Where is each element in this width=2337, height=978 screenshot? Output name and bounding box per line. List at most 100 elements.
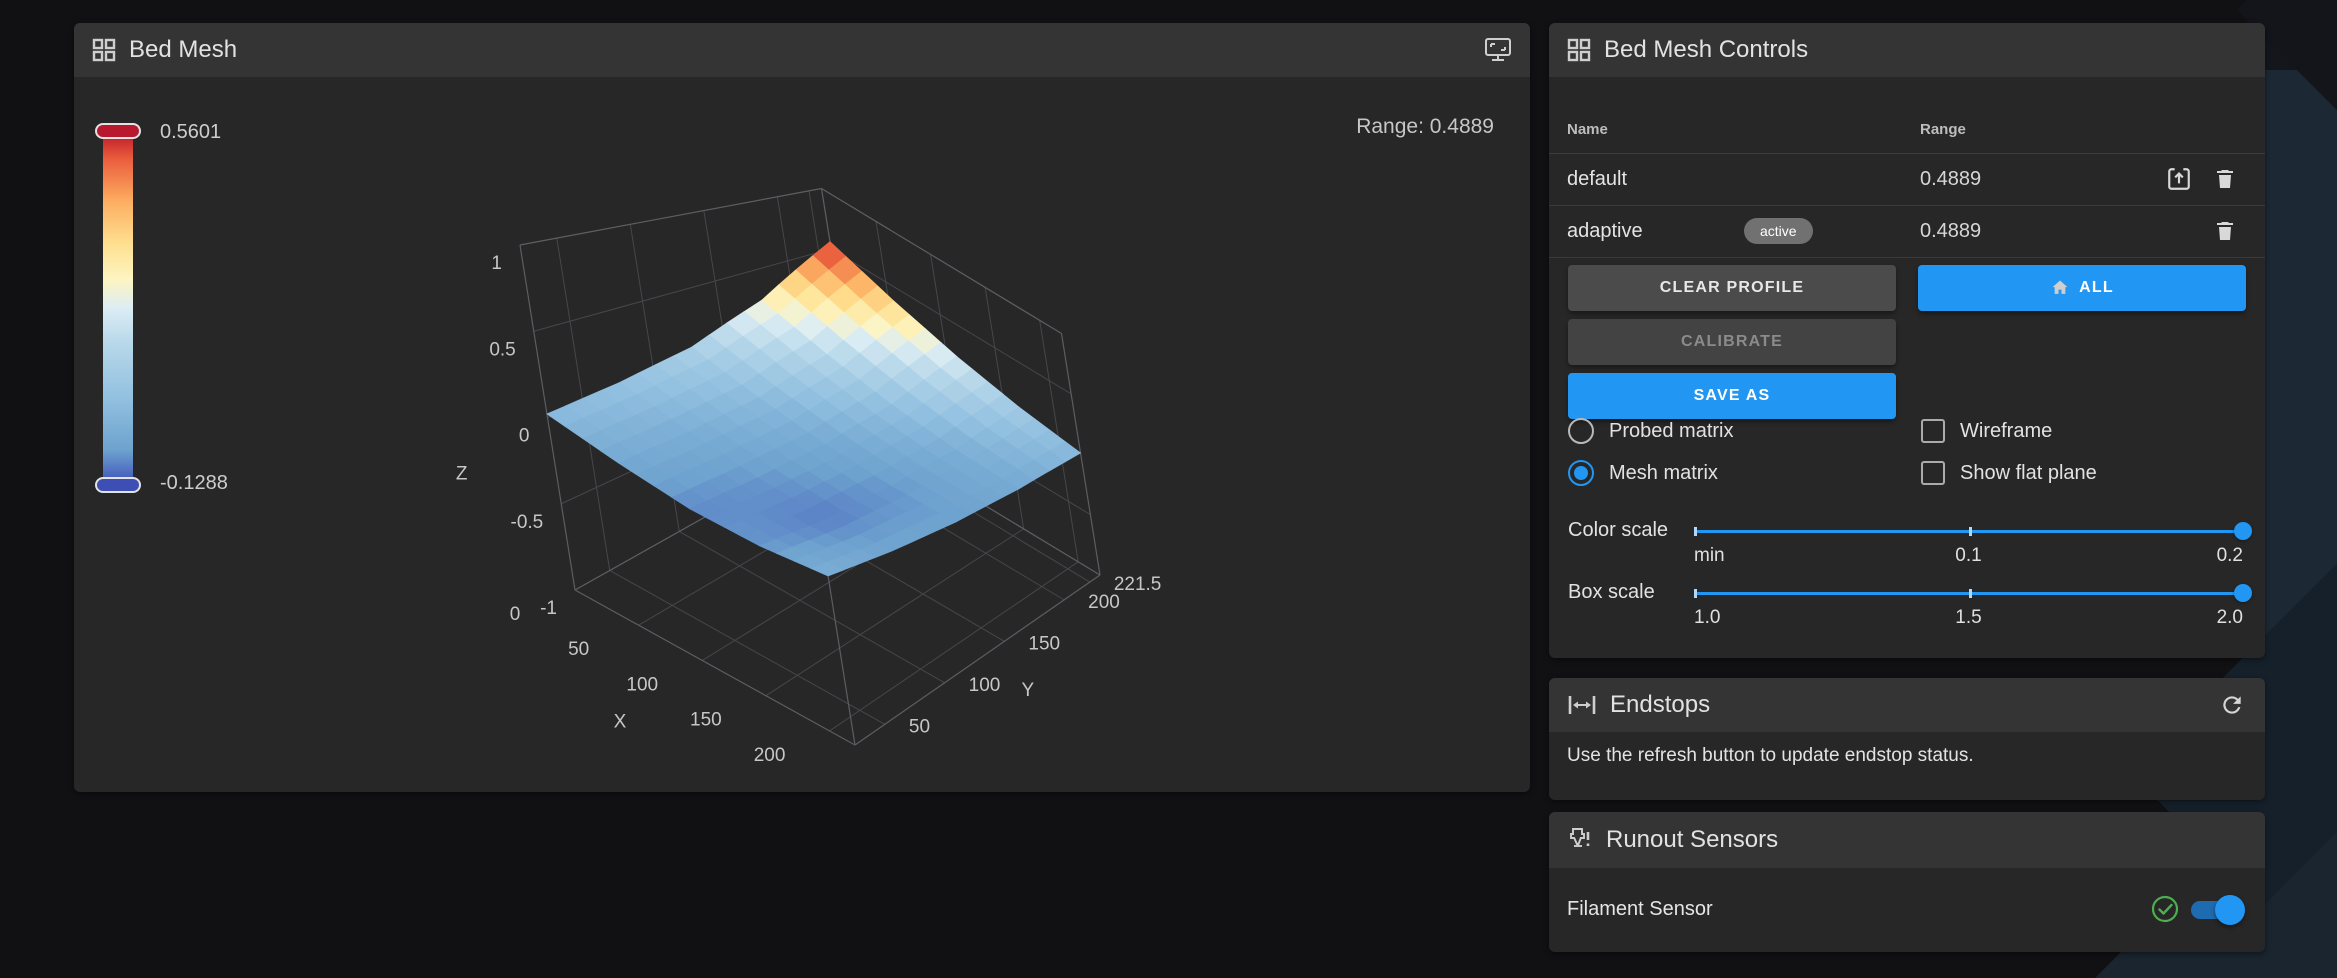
delete-profile-icon[interactable] xyxy=(2211,165,2239,193)
range-label: Range: 0.4889 xyxy=(1356,115,1494,139)
slider-tick xyxy=(1694,589,1697,598)
svg-text:50: 50 xyxy=(568,639,589,660)
profile-range: 0.4889 xyxy=(1920,153,1981,205)
checkbox-label: Wireframe xyxy=(1960,420,2052,443)
endstops-panel: Endstops Use the refresh button to updat… xyxy=(1549,678,2265,800)
panel-title: Bed Mesh xyxy=(129,36,237,64)
filament-sensor-label: Filament Sensor xyxy=(1567,898,1713,921)
calibrate-button[interactable]: CALIBRATE xyxy=(1568,319,1896,365)
color-scale-ticks: min 0.1 0.2 xyxy=(1694,545,2243,569)
checkbox-wireframe[interactable]: Wireframe xyxy=(1921,416,2052,446)
home-all-label: ALL xyxy=(2079,279,2114,297)
save-as-button[interactable]: SAVE AS xyxy=(1568,373,1896,419)
panel-title: Bed Mesh Controls xyxy=(1604,36,1808,64)
calibrate-label: CALIBRATE xyxy=(1681,333,1783,351)
svg-text:50: 50 xyxy=(909,716,930,737)
svg-text:-0.5: -0.5 xyxy=(511,512,544,533)
table-row-default[interactable]: default 0.4889 xyxy=(1549,153,2265,206)
colorbar: 0.5601 -0.1288 xyxy=(103,131,133,485)
radio-label: Probed matrix xyxy=(1609,420,1734,443)
profile-name: default xyxy=(1567,153,1627,205)
radio-label: Mesh matrix xyxy=(1609,462,1718,485)
box-scale-slider[interactable] xyxy=(1694,592,2243,595)
save-as-label: SAVE AS xyxy=(1694,387,1771,405)
radio-mesh-matrix[interactable]: Mesh matrix xyxy=(1568,458,1718,488)
delete-profile-icon[interactable] xyxy=(2211,217,2239,245)
svg-text:100: 100 xyxy=(626,674,658,695)
clear-profile-button[interactable]: CLEAR PROFILE xyxy=(1568,265,1896,311)
fluidd-dashboard: Bed Mesh Range: 0.4889 0.5601 -0.1288 0 5… xyxy=(0,0,2337,978)
svg-text:221.5: 221.5 xyxy=(1114,574,1162,595)
monitor-icon[interactable] xyxy=(1484,37,1512,63)
endstops-hint-text: Use the refresh button to update endstop… xyxy=(1567,745,2247,767)
load-profile-icon[interactable] xyxy=(2165,165,2193,193)
colorbar-max-label: 0.5601 xyxy=(160,121,221,144)
box-scale-label: Box scale xyxy=(1568,581,1655,604)
color-scale-slider[interactable] xyxy=(1694,530,2243,533)
toggle-knob[interactable] xyxy=(2215,895,2245,925)
slider-tick xyxy=(1694,527,1697,536)
svg-text:X: X xyxy=(614,712,627,733)
column-range: Range xyxy=(1920,121,1966,138)
tick-label: 0.1 xyxy=(1955,545,1981,567)
box-scale-ticks: 1.0 1.5 2.0 xyxy=(1694,607,2243,631)
table-row-adaptive[interactable]: adaptive active 0.4889 xyxy=(1549,205,2265,258)
tick-label: 1.5 xyxy=(1955,607,1981,629)
svg-text:0: 0 xyxy=(519,426,530,447)
svg-text:150: 150 xyxy=(1028,633,1060,654)
column-name: Name xyxy=(1567,121,1608,138)
checkbox-icon[interactable] xyxy=(1921,461,1945,485)
box-scale-thumb[interactable] xyxy=(2234,584,2252,602)
bed-mesh-3d-plot[interactable]: 05010015020050100150200221.5-1-0.500.51X… xyxy=(350,170,1170,815)
bed-mesh-controls-panel: Bed Mesh Controls Name Range default 0.4… xyxy=(1549,23,2265,658)
home-icon xyxy=(2050,278,2070,298)
tick-label: min xyxy=(1694,545,1725,567)
tick-label: 0.2 xyxy=(2217,545,2243,567)
checkbox-label: Show flat plane xyxy=(1960,462,2097,485)
profiles-table-header: Name Range xyxy=(1549,77,2265,154)
nozzle-alert-icon xyxy=(1567,827,1593,853)
check-circle-icon xyxy=(2150,894,2180,924)
svg-text:100: 100 xyxy=(969,675,1001,696)
colorbar-min-handle[interactable] xyxy=(95,477,141,493)
svg-text:0: 0 xyxy=(510,604,521,625)
svg-text:150: 150 xyxy=(690,710,722,731)
bed-mesh-header: Bed Mesh xyxy=(74,23,1530,77)
slider-tick xyxy=(1969,589,1972,598)
radio-icon[interactable] xyxy=(1568,418,1594,444)
endstops-header: Endstops xyxy=(1549,678,2265,732)
grid-icon xyxy=(92,38,116,62)
profile-name: adaptive xyxy=(1567,205,1643,257)
colorbar-max-handle[interactable] xyxy=(95,123,141,139)
colorbar-min-label: -0.1288 xyxy=(160,472,228,495)
svg-text:-1: -1 xyxy=(540,598,557,619)
svg-text:0.5: 0.5 xyxy=(489,339,515,360)
svg-text:200: 200 xyxy=(754,745,786,766)
tick-label: 1.0 xyxy=(1694,607,1720,629)
color-scale-thumb[interactable] xyxy=(2234,522,2252,540)
runout-sensors-header: Runout Sensors xyxy=(1549,812,2265,868)
checkbox-icon[interactable] xyxy=(1921,419,1945,443)
bed-mesh-controls-header: Bed Mesh Controls xyxy=(1549,23,2265,77)
radio-icon[interactable] xyxy=(1568,460,1594,486)
tick-label: 2.0 xyxy=(2217,607,2243,629)
clear-profile-label: CLEAR PROFILE xyxy=(1660,279,1805,297)
svg-text:1: 1 xyxy=(491,253,502,274)
slider-tick xyxy=(1969,527,1972,536)
runout-sensors-panel: Runout Sensors Filament Sensor xyxy=(1549,812,2265,952)
radio-probed-matrix[interactable]: Probed matrix xyxy=(1568,416,1734,446)
profile-range: 0.4889 xyxy=(1920,205,1981,257)
home-all-button[interactable]: ALL xyxy=(1918,265,2246,311)
active-badge: active xyxy=(1744,218,1813,244)
endstops-icon xyxy=(1567,694,1597,716)
svg-text:Z: Z xyxy=(456,464,468,485)
grid-icon xyxy=(1567,38,1591,62)
refresh-icon[interactable] xyxy=(2217,690,2247,720)
bed-mesh-panel: Bed Mesh Range: 0.4889 0.5601 -0.1288 0 5… xyxy=(74,23,1530,792)
checkbox-show-flat-plane[interactable]: Show flat plane xyxy=(1921,458,2097,488)
panel-title: Endstops xyxy=(1610,691,1710,719)
color-scale-label: Color scale xyxy=(1568,519,1668,542)
filament-sensor-toggle[interactable] xyxy=(2191,901,2241,919)
panel-title: Runout Sensors xyxy=(1606,826,1778,854)
colorbar-gradient xyxy=(103,131,133,485)
